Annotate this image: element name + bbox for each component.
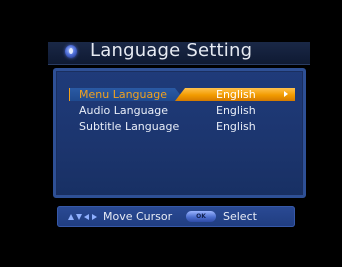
menu-language-row[interactable]: Menu Language English <box>69 88 295 101</box>
arrow-right-icon[interactable] <box>284 91 288 97</box>
audio-language-label: Audio Language <box>79 104 169 117</box>
title-bar: Language Setting <box>48 40 310 65</box>
arrow-keys-icon <box>68 214 97 220</box>
help-bar: Move Cursor OK Select <box>57 206 295 227</box>
ok-key-icon: OK <box>186 211 216 222</box>
audio-language-value[interactable]: English <box>216 104 256 117</box>
select-label: Select <box>223 210 257 223</box>
subtitle-language-label: Subtitle Language <box>79 120 180 133</box>
subtitle-language-row[interactable]: Subtitle Language English <box>69 120 295 133</box>
menu-language-label: Menu Language <box>79 88 167 101</box>
subtitle-language-value[interactable]: English <box>216 120 256 133</box>
menu-language-value[interactable]: English <box>216 88 256 101</box>
page-title: Language Setting <box>90 40 253 61</box>
move-cursor-label: Move Cursor <box>103 210 173 223</box>
language-setting-screen: Language Setting Menu Language English A… <box>0 0 342 267</box>
audio-language-row[interactable]: Audio Language English <box>69 104 295 117</box>
settings-panel: Menu Language English Audio Language Eng… <box>53 68 306 198</box>
disc-icon <box>65 45 77 58</box>
